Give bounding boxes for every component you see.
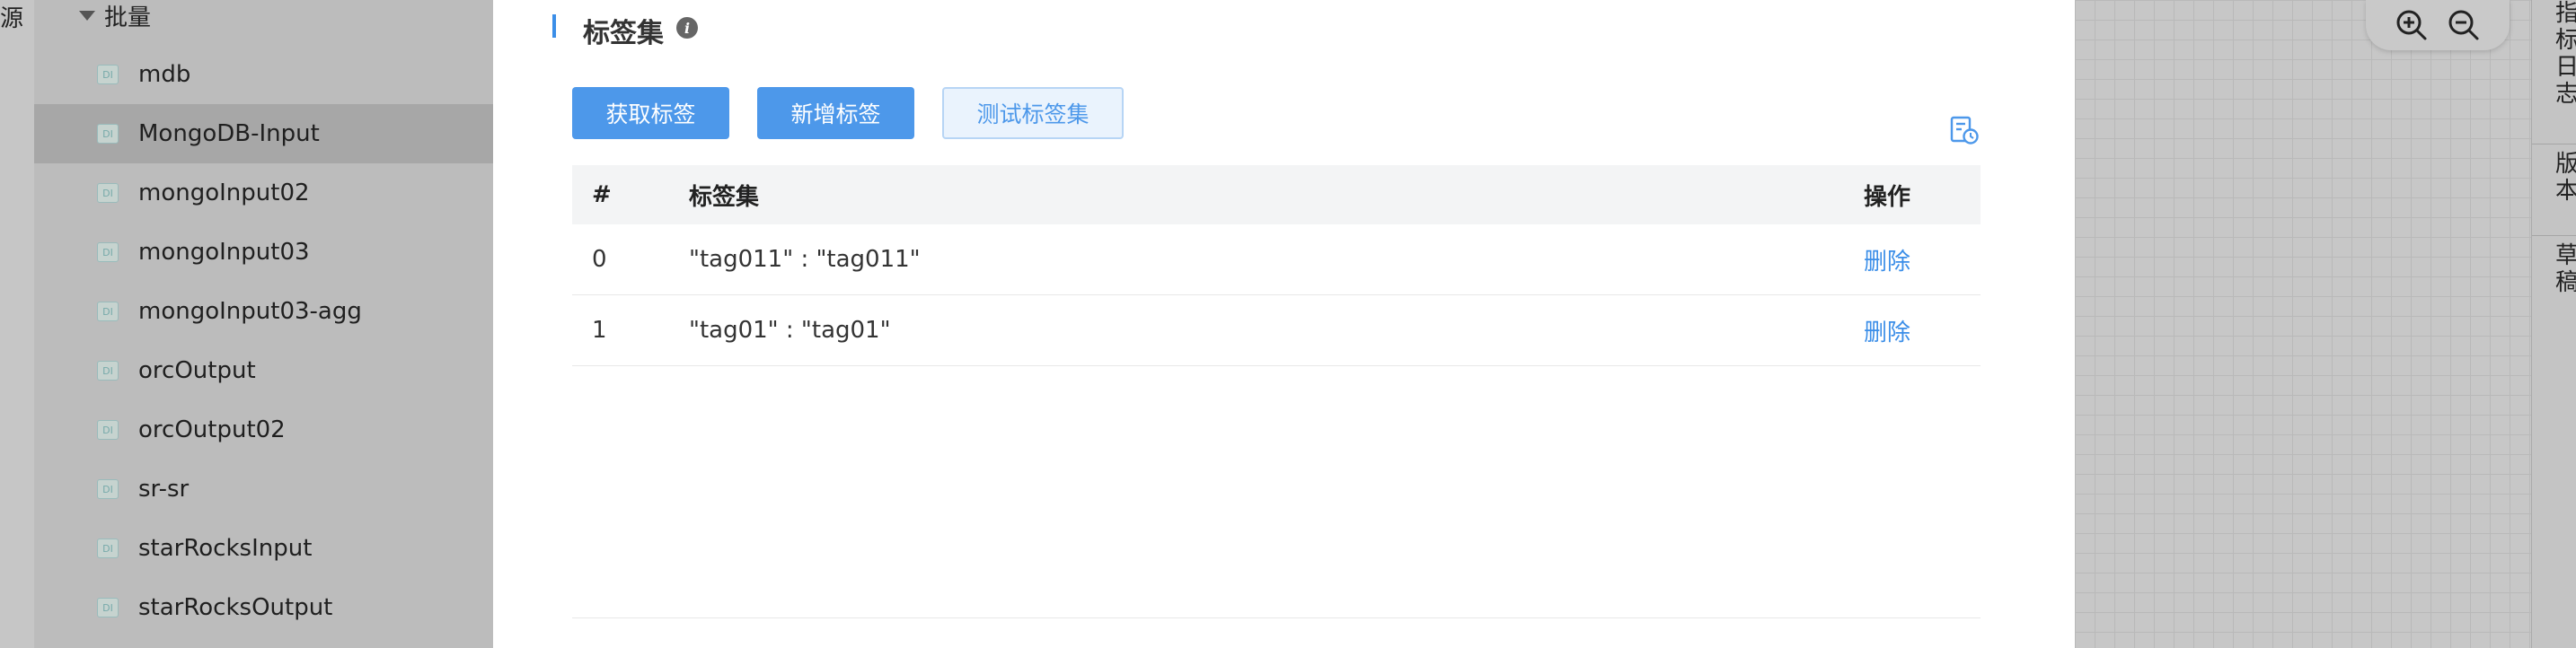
- info-icon[interactable]: i: [675, 16, 699, 39]
- table-header: # 标签集 操作: [572, 165, 1981, 224]
- tree-item-label: sr-sr: [138, 476, 190, 503]
- header-index: #: [592, 181, 612, 208]
- di-badge-icon: DI: [97, 302, 119, 321]
- di-badge-icon: DI: [97, 65, 119, 84]
- header-tag-set: 标签集: [689, 183, 760, 211]
- test-tag-set-button[interactable]: 测试标签集: [942, 87, 1124, 139]
- fetch-tags-button[interactable]: 获取标签: [572, 87, 729, 139]
- tree-group-batch[interactable]: 批量: [79, 0, 151, 31]
- row-tag: "tag01" : "tag01": [689, 317, 891, 344]
- row-tag: "tag011" : "tag011": [689, 246, 921, 273]
- tree-item[interactable]: DI orcOutput: [34, 341, 493, 400]
- table-row: 1 "tag01" : "tag01" 删除: [572, 295, 1981, 366]
- tree-item-label: mdb: [138, 61, 191, 88]
- di-badge-icon: DI: [97, 598, 119, 617]
- svg-text:i: i: [684, 20, 690, 37]
- tree-item-label: mongoInput03-agg: [138, 298, 362, 325]
- di-badge-icon: DI: [97, 183, 119, 203]
- delete-link[interactable]: 删除: [1864, 314, 1981, 347]
- source-label: 源: [0, 5, 24, 32]
- tag-set-table: # 标签集 操作 0 "tag011" : "tag011" 删除 1 "tag…: [572, 165, 1981, 366]
- tree-item[interactable]: DI mongoInput03: [34, 223, 493, 282]
- di-badge-icon: DI: [97, 242, 119, 262]
- tree-item[interactable]: DI orcOutput02: [34, 400, 493, 460]
- tree-item-label: orcOutput02: [138, 416, 286, 443]
- tree-item-label: starRocksOutput: [138, 594, 333, 621]
- document-history-icon[interactable]: [1949, 115, 1980, 145]
- tree-item[interactable]: DI mongoInput03-agg: [34, 282, 493, 341]
- row-index: 1: [592, 317, 607, 344]
- tree-item[interactable]: DI starRocksOutput: [34, 578, 493, 637]
- di-badge-icon: DI: [97, 479, 119, 499]
- di-badge-icon: DI: [97, 539, 119, 558]
- tab-draft[interactable]: 草稿: [2532, 242, 2576, 305]
- row-index: 0: [592, 246, 607, 273]
- di-badge-icon: DI: [97, 420, 119, 440]
- tree-item-label: orcOutput: [138, 357, 256, 384]
- tree-item[interactable]: DI mongoInput02: [34, 163, 493, 223]
- tab-version[interactable]: 版本: [2532, 151, 2576, 214]
- di-badge-icon: DI: [97, 361, 119, 381]
- section-title: 标签集: [583, 18, 664, 49]
- tab-metrics-log[interactable]: 指标日志: [2532, 0, 2576, 126]
- left-edge-panel: 源: [0, 0, 35, 648]
- zoom-controls: [2366, 0, 2510, 50]
- tree-item[interactable]: DI mdb: [34, 45, 493, 104]
- tree-item-label: starRocksInput: [138, 535, 313, 562]
- tree-item[interactable]: DI sr-sr: [34, 460, 493, 519]
- sidebar-tree: 批量 DI mdb DI MongoDB-Input DI mongoInput…: [34, 0, 493, 648]
- right-side-panel: 指标日志 版本 草稿: [2531, 0, 2576, 648]
- divider: [2532, 235, 2576, 236]
- tree-item-label: MongoDB-Input: [138, 120, 320, 147]
- delete-link[interactable]: 删除: [1864, 243, 1981, 276]
- table-bottom-divider: [572, 617, 1981, 618]
- flow-canvas[interactable]: [2075, 0, 2576, 648]
- zoom-out-icon[interactable]: [2446, 7, 2482, 43]
- tree-item-label: mongoInput02: [138, 180, 310, 206]
- zoom-in-icon[interactable]: [2394, 7, 2430, 43]
- tag-set-dialog: 标签集 i 获取标签 新增标签 测试标签集 # 标签集 操作 0 "tag011…: [493, 0, 2075, 648]
- section-accent-bar: [552, 14, 556, 38]
- triangle-down-icon[interactable]: [79, 10, 95, 21]
- tree-group-label: 批量: [104, 4, 152, 31]
- tree-item[interactable]: DI starRocksInput: [34, 519, 493, 578]
- add-tag-button[interactable]: 新增标签: [757, 87, 914, 139]
- tree-item-selected[interactable]: DI MongoDB-Input: [34, 104, 493, 163]
- table-row: 0 "tag011" : "tag011" 删除: [572, 224, 1981, 295]
- header-operation: 操作: [1864, 183, 1911, 211]
- tree-item-label: mongoInput03: [138, 239, 310, 266]
- di-badge-icon: DI: [97, 124, 119, 144]
